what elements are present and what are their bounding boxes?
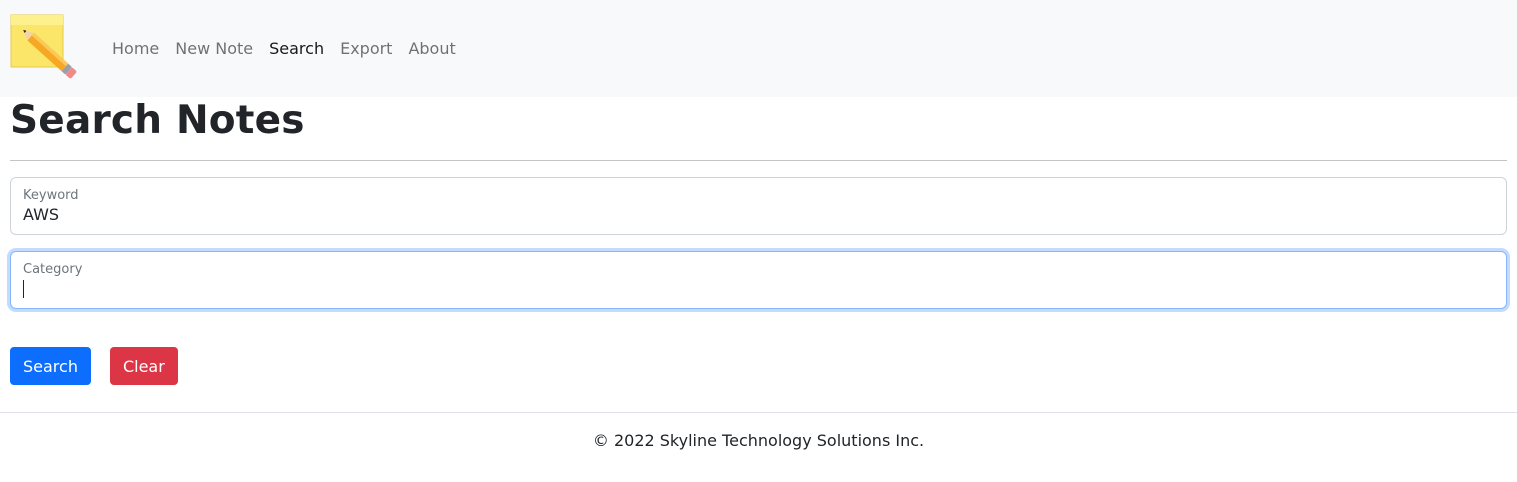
nav-item-about[interactable]: About — [400, 37, 463, 61]
nav-item-home[interactable]: Home — [104, 37, 167, 61]
category-field[interactable]: Category — [10, 251, 1507, 309]
nav-links: Home New Note Search Export About — [104, 37, 464, 61]
clear-button[interactable]: Clear — [109, 347, 178, 385]
form-buttons: Search Clear — [10, 347, 1507, 385]
sticky-note-pencil-icon[interactable] — [10, 14, 82, 86]
main-content: Search Notes Keyword Category Search Cle… — [0, 97, 1517, 385]
text-caret — [23, 280, 24, 298]
divider — [10, 160, 1507, 161]
keyword-field[interactable]: Keyword — [10, 177, 1507, 235]
keyword-label: Keyword — [23, 188, 79, 203]
nav-item-new-note[interactable]: New Note — [167, 37, 261, 61]
category-input[interactable] — [23, 279, 1494, 299]
nav-item-search[interactable]: Search — [261, 37, 332, 61]
page-title: Search Notes — [10, 98, 305, 143]
footer: © 2022 Skyline Technology Solutions Inc. — [0, 412, 1517, 450]
keyword-input[interactable] — [23, 205, 1494, 225]
copyright-text: © 2022 Skyline Technology Solutions Inc. — [592, 431, 925, 450]
nav-item-export[interactable]: Export — [332, 37, 400, 61]
search-button[interactable]: Search — [10, 347, 91, 385]
navbar: Home New Note Search Export About — [0, 0, 1517, 97]
category-label: Category — [23, 262, 83, 277]
